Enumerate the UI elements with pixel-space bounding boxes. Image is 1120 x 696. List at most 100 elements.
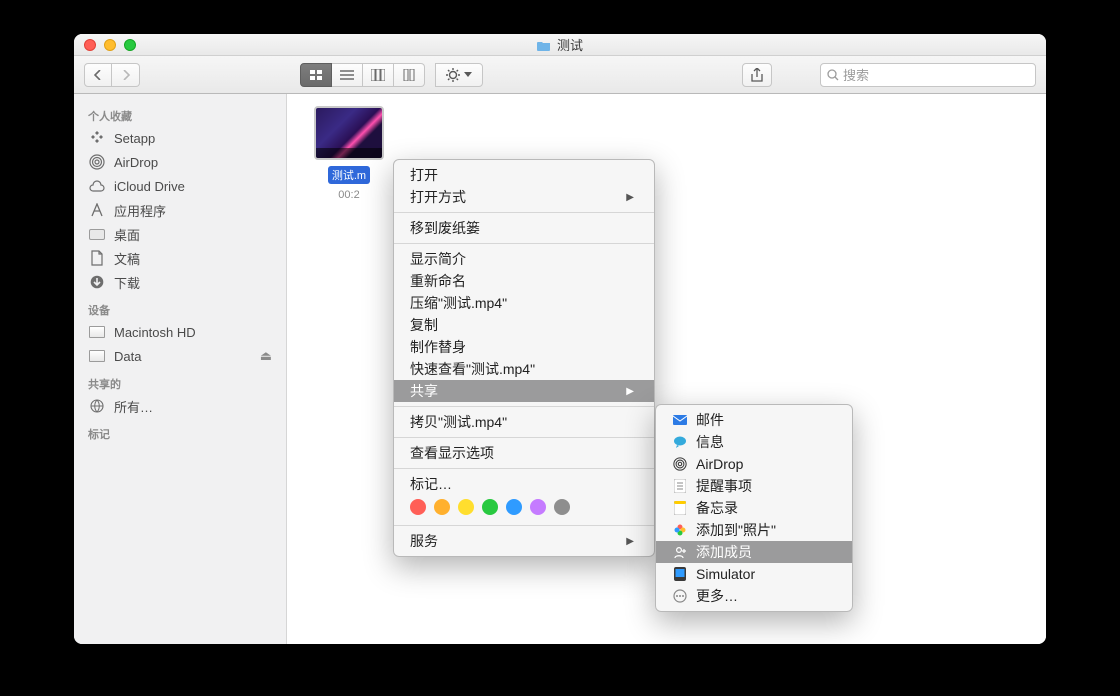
file-item[interactable]: 测试.m 00:2 [305, 106, 393, 201]
tag-purple[interactable] [530, 499, 546, 515]
search-icon [827, 69, 839, 81]
menu-tags-label: 标记… [394, 473, 654, 495]
sidebar-item-data[interactable]: Data⏏ [74, 344, 286, 368]
menu-get-info[interactable]: 显示简介 [394, 248, 654, 270]
menu-share[interactable]: 共享▶ [394, 380, 654, 402]
notes-icon [672, 500, 688, 516]
cloud-icon [88, 177, 106, 195]
sidebar-item-macintosh-hd[interactable]: Macintosh HD [74, 320, 286, 344]
sidebar-item-applications[interactable]: 应用程序 [74, 198, 286, 222]
context-menu: 打开 打开方式▶ 移到废纸篓 显示简介 重新命名 压缩"测试.mp4" 复制 制… [393, 159, 655, 557]
column-view-button[interactable] [363, 63, 394, 87]
menu-open[interactable]: 打开 [394, 164, 654, 186]
menu-trash[interactable]: 移到废纸篓 [394, 217, 654, 239]
share-reminders[interactable]: 提醒事项 [656, 475, 852, 497]
file-thumbnail[interactable] [314, 106, 384, 160]
sidebar-item-downloads[interactable]: 下载 [74, 270, 286, 294]
share-add-people[interactable]: 添加成员 [656, 541, 852, 563]
sidebar-item-setapp[interactable]: Setapp [74, 126, 286, 150]
share-mail[interactable]: 邮件 [656, 409, 852, 431]
menu-quicklook[interactable]: 快速查看"测试.mp4" [394, 358, 654, 380]
share-submenu: 邮件 信息 AirDrop 提醒事项 备忘录 添加到"照片" 添加成员 Simu… [655, 404, 853, 612]
downloads-icon [88, 273, 106, 291]
window-controls [84, 39, 136, 51]
menu-separator [394, 525, 654, 526]
share-button[interactable] [742, 63, 772, 87]
applications-icon [88, 201, 106, 219]
close-button[interactable] [84, 39, 96, 51]
menu-separator [394, 406, 654, 407]
nav-buttons [84, 63, 140, 87]
sidebar-header-devices: 设备 [74, 294, 286, 320]
menu-duplicate[interactable]: 复制 [394, 314, 654, 336]
gallery-view-button[interactable] [394, 63, 425, 87]
sidebar-item-all-shared[interactable]: 所有… [74, 394, 286, 418]
desktop-icon [88, 225, 106, 243]
menu-rename[interactable]: 重新命名 [394, 270, 654, 292]
reminders-icon [672, 478, 688, 494]
menu-separator [394, 468, 654, 469]
tag-blue[interactable] [506, 499, 522, 515]
share-more[interactable]: 更多… [656, 585, 852, 607]
tag-gray[interactable] [554, 499, 570, 515]
zoom-button[interactable] [124, 39, 136, 51]
toolbar: 搜索 [74, 56, 1046, 94]
menu-compress[interactable]: 压缩"测试.mp4" [394, 292, 654, 314]
list-view-button[interactable] [332, 63, 363, 87]
photos-icon [672, 522, 688, 538]
folder-icon [537, 39, 551, 50]
menu-open-with[interactable]: 打开方式▶ [394, 186, 654, 208]
sidebar-header-shared: 共享的 [74, 368, 286, 394]
menu-separator [394, 437, 654, 438]
airdrop-icon [672, 456, 688, 472]
share-simulator[interactable]: Simulator [656, 563, 852, 585]
sidebar-item-desktop[interactable]: 桌面 [74, 222, 286, 246]
window-title: 测试 [557, 35, 583, 54]
sidebar-item-airdrop[interactable]: AirDrop [74, 150, 286, 174]
file-name: 测试.m [328, 166, 370, 184]
search-field[interactable]: 搜索 [820, 63, 1036, 87]
menu-view-options[interactable]: 查看显示选项 [394, 442, 654, 464]
back-button[interactable] [84, 63, 112, 87]
search-placeholder: 搜索 [843, 65, 869, 84]
icon-view-button[interactable] [300, 63, 332, 87]
menu-copy[interactable]: 拷贝"测试.mp4" [394, 411, 654, 433]
eject-icon[interactable]: ⏏ [260, 348, 272, 364]
sidebar-item-icloud[interactable]: iCloud Drive [74, 174, 286, 198]
airdrop-icon [88, 153, 106, 171]
forward-button[interactable] [112, 63, 140, 87]
sidebar-item-documents[interactable]: 文稿 [74, 246, 286, 270]
setapp-icon [88, 129, 106, 147]
sidebar-header-favorites: 个人收藏 [74, 100, 286, 126]
action-menu-group [435, 63, 483, 87]
add-people-icon [672, 544, 688, 560]
tag-yellow[interactable] [458, 499, 474, 515]
submenu-arrow-icon: ▶ [626, 536, 634, 547]
share-photos[interactable]: 添加到"照片" [656, 519, 852, 541]
submenu-arrow-icon: ▶ [626, 386, 634, 397]
documents-icon [88, 249, 106, 267]
sidebar: 个人收藏 Setapp AirDrop iCloud Drive 应用程序 桌面… [74, 94, 287, 644]
tag-colors [394, 495, 654, 521]
view-mode-buttons [300, 63, 425, 87]
tag-green[interactable] [482, 499, 498, 515]
tag-red[interactable] [410, 499, 426, 515]
menu-services[interactable]: 服务▶ [394, 530, 654, 552]
share-airdrop[interactable]: AirDrop [656, 453, 852, 475]
titlebar: 测试 [74, 34, 1046, 56]
share-notes[interactable]: 备忘录 [656, 497, 852, 519]
more-icon [672, 588, 688, 604]
file-duration: 00:2 [305, 189, 393, 201]
messages-icon [672, 434, 688, 450]
menu-alias[interactable]: 制作替身 [394, 336, 654, 358]
mail-icon [672, 412, 688, 428]
disk-icon [88, 347, 106, 365]
share-messages[interactable]: 信息 [656, 431, 852, 453]
menu-separator [394, 212, 654, 213]
minimize-button[interactable] [104, 39, 116, 51]
tag-orange[interactable] [434, 499, 450, 515]
action-menu-button[interactable] [435, 63, 483, 87]
submenu-arrow-icon: ▶ [626, 192, 634, 203]
menu-separator [394, 243, 654, 244]
network-icon [88, 397, 106, 415]
